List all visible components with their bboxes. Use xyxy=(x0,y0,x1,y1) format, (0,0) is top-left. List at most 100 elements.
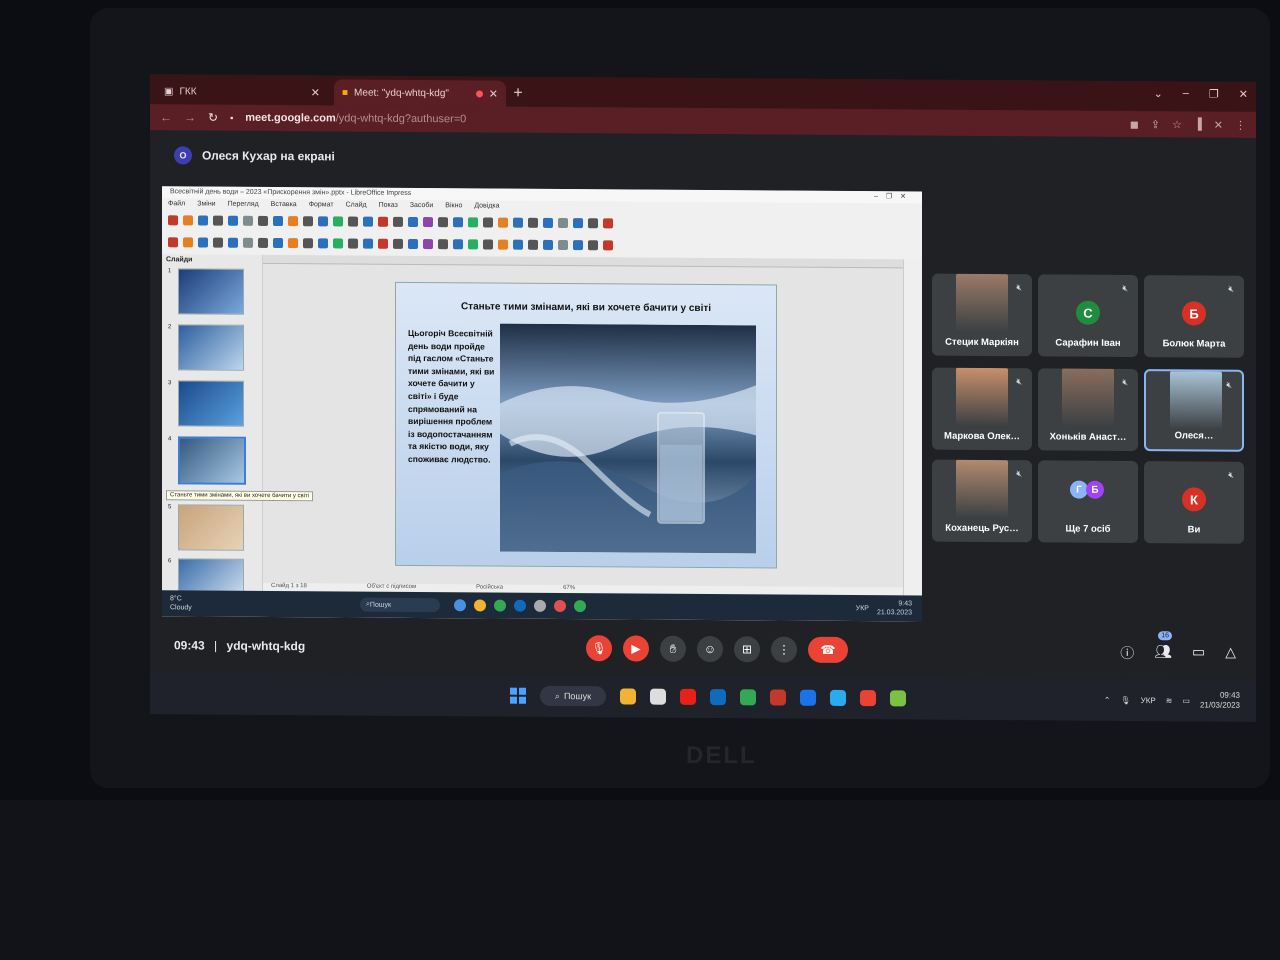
toolbar-tool-icon[interactable] xyxy=(468,239,478,250)
slide-thumbnail-selected[interactable] xyxy=(178,436,246,485)
reload-icon[interactable]: ↻ xyxy=(208,111,218,125)
sidepanel-icon[interactable]: ▐ xyxy=(1194,118,1202,131)
telegram-icon[interactable] xyxy=(830,689,846,706)
toolbar-tool-icon[interactable] xyxy=(318,238,328,249)
participant-tile[interactable]: 🔇︎ Маркова Олек… xyxy=(932,367,1032,451)
toolbar-tool-icon[interactable] xyxy=(333,238,343,249)
menu-item[interactable]: Вставка xyxy=(271,199,297,210)
camera-icon[interactable]: ◼ xyxy=(1130,117,1139,130)
present-button[interactable]: ⊞ xyxy=(734,636,760,663)
tab-gkk[interactable]: ▣ ГКК ✕ xyxy=(156,78,328,105)
reactions-button[interactable]: ☺ xyxy=(697,635,723,663)
menu-item[interactable]: Формат xyxy=(309,199,334,210)
star-icon[interactable]: ☆ xyxy=(1172,118,1182,131)
extension-icon[interactable]: ✕ xyxy=(1214,118,1223,131)
people-icon[interactable]: 👥︎ xyxy=(1154,643,1172,663)
toolbar-tool-icon[interactable] xyxy=(603,218,613,229)
chevron-up-icon[interactable]: ⌃ xyxy=(1104,695,1111,704)
menu-item[interactable]: Вікно xyxy=(445,200,462,211)
mic-icon[interactable]: 🎙︎ xyxy=(1120,695,1130,704)
slide-thumbnail[interactable] xyxy=(178,268,244,315)
toolbar-tool-icon[interactable] xyxy=(588,218,598,229)
toolbar-tool-icon[interactable] xyxy=(543,217,553,228)
toolbar-tool-icon[interactable] xyxy=(438,239,448,250)
raise-hand-button[interactable]: ✋︎ xyxy=(660,635,686,662)
os-datetime[interactable]: 09:43 21/03/2023 xyxy=(1200,690,1240,710)
app-icon[interactable] xyxy=(890,690,906,707)
toolbar-tool-icon[interactable] xyxy=(198,215,208,226)
lock-icon[interactable]: ▪ xyxy=(230,113,233,123)
wifi-icon[interactable]: ≋ xyxy=(1166,696,1173,705)
participant-tile[interactable]: 🔇︎ Коханець Рус… xyxy=(932,459,1032,543)
toolbar-tool-icon[interactable] xyxy=(363,216,373,227)
toolbar-tool-icon[interactable] xyxy=(168,215,178,226)
toolbar-tool-icon[interactable] xyxy=(558,217,568,229)
new-tab-button[interactable]: + xyxy=(506,81,530,107)
menu-item[interactable]: Зміни xyxy=(197,198,215,209)
toolbar-tool-icon[interactable] xyxy=(288,238,298,249)
minimize-icon[interactable]: – xyxy=(1183,87,1189,100)
toolbar-tool-icon[interactable] xyxy=(393,238,403,249)
toolbar-tool-icon[interactable] xyxy=(183,237,193,248)
maximize-icon[interactable]: ❐ xyxy=(1209,88,1219,101)
store-icon[interactable] xyxy=(650,688,666,705)
share-icon[interactable]: ⇪ xyxy=(1151,118,1160,131)
tab-meet[interactable]: ■ Meet: "ydq-whtq-kdg" ✕ xyxy=(334,79,506,107)
toolbar-tool-icon[interactable] xyxy=(348,216,358,227)
more-options-button[interactable]: ⋮ xyxy=(771,636,797,663)
participant-tile[interactable]: 🔇︎ Стецик Маркіян xyxy=(932,273,1032,357)
toolbar-tool-icon[interactable] xyxy=(573,218,583,229)
toolbar-tool-icon[interactable] xyxy=(258,237,268,248)
participant-tile[interactable]: Г Б Ще 7 осіб xyxy=(1038,460,1138,544)
toolbar-tool-icon[interactable] xyxy=(468,217,478,228)
menu-item[interactable]: Перегляд xyxy=(228,199,259,210)
toolbar-tool-icon[interactable] xyxy=(453,239,463,250)
chrome-icon[interactable] xyxy=(740,689,756,706)
toolbar-tool-icon[interactable] xyxy=(528,217,538,228)
toolbar-tool-icon[interactable] xyxy=(438,217,448,228)
toolbar-tool-icon[interactable] xyxy=(258,215,268,226)
toolbar-tool-icon[interactable] xyxy=(243,215,253,226)
toolbar-tool-icon[interactable] xyxy=(273,215,283,227)
folder-icon[interactable] xyxy=(620,688,636,705)
toolbar-tool-icon[interactable] xyxy=(213,215,223,226)
slide-canvas[interactable]: Станьте тими змінами, які ви хочете бачи… xyxy=(263,254,903,610)
toolbar-tool-icon[interactable] xyxy=(348,238,358,249)
toolbar-tool-icon[interactable] xyxy=(513,239,523,250)
toolbar-tool-icon[interactable] xyxy=(423,217,433,228)
participant-tile[interactable]: К 🔇︎ Ви xyxy=(1144,461,1244,544)
forward-icon[interactable]: → xyxy=(184,110,196,124)
url-field[interactable]: meet.google.com/ydq-whtq-kdg?authuser=0 xyxy=(245,112,466,126)
edge-icon[interactable] xyxy=(710,689,726,706)
toolbar-tool-icon[interactable] xyxy=(453,217,463,228)
toolbar-tool-icon[interactable] xyxy=(543,239,553,250)
toolbar-tool-icon[interactable] xyxy=(243,237,253,248)
slide-thumbnail[interactable] xyxy=(178,504,244,551)
toolbar-tool-icon[interactable] xyxy=(273,237,283,249)
camera-off-button[interactable]: ▶ xyxy=(623,635,649,662)
toolbar-tool-icon[interactable] xyxy=(318,216,328,227)
chrome-icon[interactable] xyxy=(860,690,876,707)
slide-thumbnail[interactable] xyxy=(178,324,244,371)
toolbar-tool-icon[interactable] xyxy=(423,239,433,250)
leave-call-button[interactable]: ☎ xyxy=(808,636,848,664)
menu-icon[interactable]: ⋮ xyxy=(1235,118,1246,131)
os-lang[interactable]: УКР xyxy=(1141,696,1156,705)
close-icon[interactable]: ✕ xyxy=(489,87,498,100)
participant-tile[interactable]: Б 🔇︎ Болюк Марта xyxy=(1144,275,1244,358)
app-icon[interactable] xyxy=(770,689,786,706)
participant-tile[interactable]: 🔇︎ Хоньків Анаст… xyxy=(1038,368,1138,452)
windows-start-icon[interactable] xyxy=(510,687,526,704)
menu-item[interactable]: Файл xyxy=(168,198,185,209)
toolbar-tool-icon[interactable] xyxy=(303,238,313,249)
menu-item[interactable]: Довідка xyxy=(474,200,499,211)
toolbar-tool-icon[interactable] xyxy=(363,238,373,249)
chat-icon[interactable]: ▭ xyxy=(1192,643,1205,663)
os-search-button[interactable]: ⌕ Пошук xyxy=(540,685,606,707)
toolbar-tool-icon[interactable] xyxy=(483,217,493,228)
participant-tile[interactable]: 🔇︎ Олеся… xyxy=(1144,369,1244,452)
toolbar-tool-icon[interactable] xyxy=(408,238,418,250)
toolbar-tool-icon[interactable] xyxy=(183,215,193,226)
toolbar-tool-icon[interactable] xyxy=(378,238,388,249)
toolbar-tool-icon[interactable] xyxy=(228,215,238,226)
